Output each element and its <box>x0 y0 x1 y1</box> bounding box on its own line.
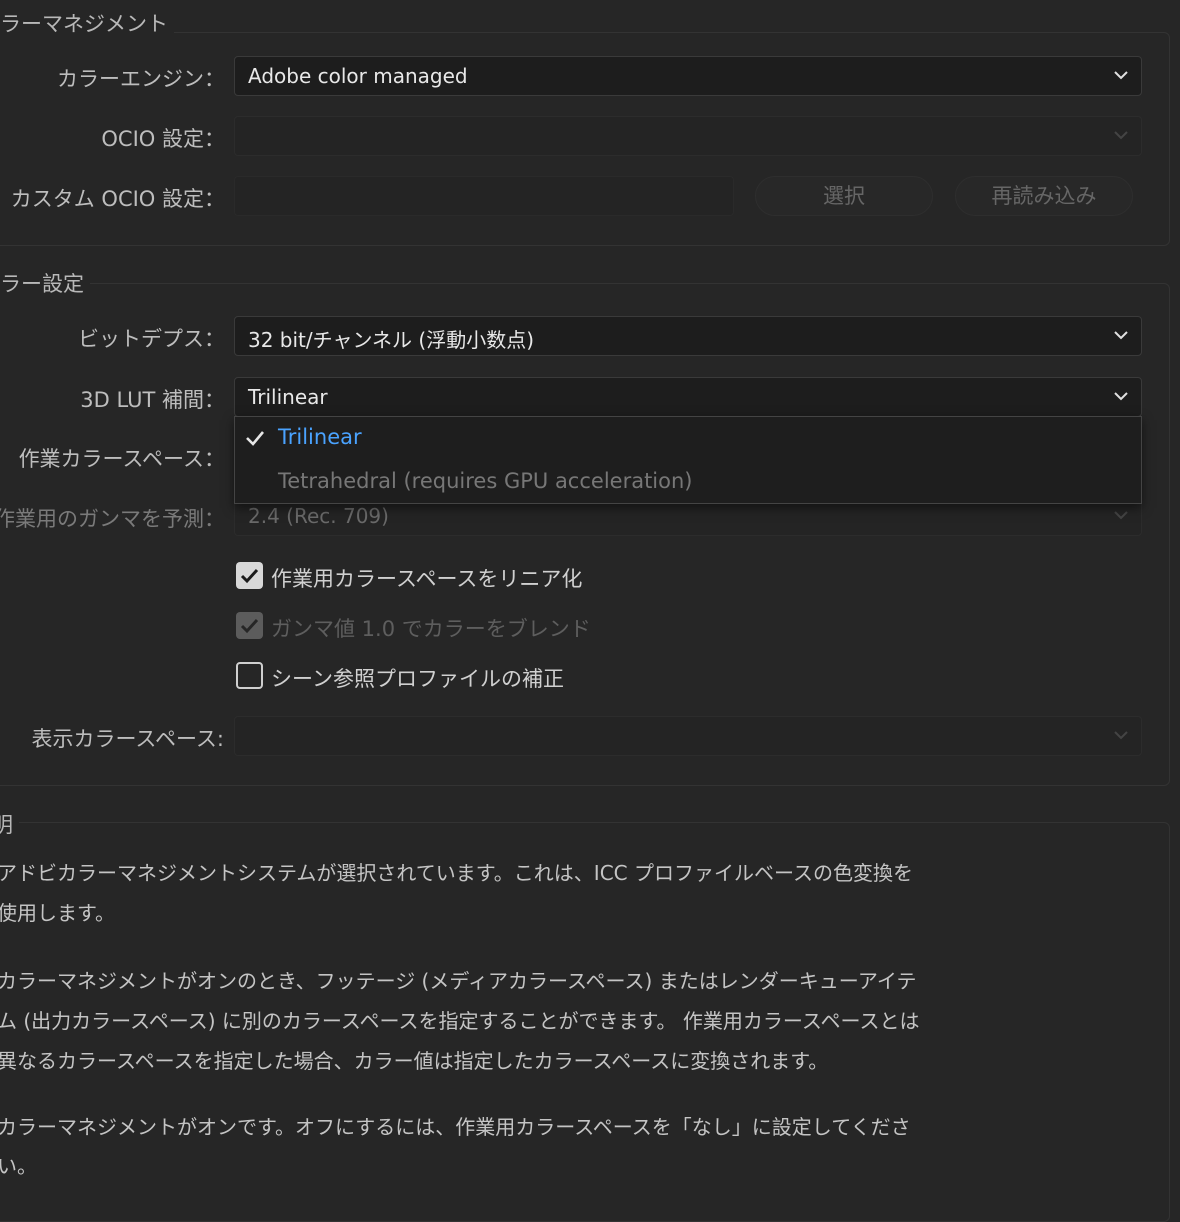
menu-item-label: Trilinear <box>278 425 362 449</box>
lut-interpolation-label: 3D LUT 補間： <box>80 388 225 412</box>
linearize-checkbox[interactable] <box>236 562 263 589</box>
reload-button[interactable]: 再読み込み <box>955 176 1133 216</box>
checkmark-icon <box>245 429 265 451</box>
description-line: アドビカラーマネジメントシステムが選択されています。これは、ICC プロファイル… <box>0 861 913 885</box>
color-settings-title: ラー設定 <box>0 268 90 298</box>
description-line: カラーマネジメントがオンです。オフにするには、作業用カラースペースを「なし」に設… <box>0 1115 911 1139</box>
checkmark-icon <box>240 568 259 584</box>
gamma-label: 作業用のガンマを予測： <box>0 507 225 531</box>
description-line: ム (出力カラースペース) に別のカラースペースを指定することができます。 作業… <box>0 1009 920 1033</box>
gamma-value: 2.4 (Rec. 709) <box>248 504 389 528</box>
color-engine-label: カラーエンジン： <box>57 67 225 91</box>
blend-gamma-label: ガンマ値 1.0 でカラーをブレンド <box>271 617 591 641</box>
display-space-dropdown[interactable] <box>234 716 1142 756</box>
chevron-down-icon <box>1113 509 1129 521</box>
bit-depth-dropdown[interactable]: 32 bit/チャンネル (浮動小数点) <box>234 316 1142 356</box>
display-space-label: 表示カラースペース: <box>31 727 224 751</box>
description-line: 異なるカラースペースを指定した場合、カラー値は指定したカラースペースに変換されま… <box>0 1049 829 1073</box>
chevron-down-icon <box>1113 329 1129 341</box>
color-management-title: ラーマネジメント <box>0 8 174 38</box>
scene-referred-label: シーン参照プロファイルの補正 <box>271 667 564 691</box>
bit-depth-label: ビットデプス： <box>78 327 225 351</box>
description-line: カラーマネジメントがオンのとき、フッテージ (メディアカラースペース) またはレ… <box>0 969 917 993</box>
ocio-config-dropdown[interactable] <box>234 116 1142 156</box>
menu-item-label: Tetrahedral (requires GPU acceleration) <box>278 469 693 493</box>
select-button[interactable]: 選択 <box>755 176 933 216</box>
chevron-down-icon <box>1113 729 1129 741</box>
chevron-down-icon <box>1113 69 1129 81</box>
bit-depth-value: 32 bit/チャンネル (浮動小数点) <box>248 328 535 352</box>
ocio-config-label: OCIO 設定： <box>101 127 225 151</box>
blend-gamma-checkbox[interactable] <box>236 612 263 639</box>
custom-ocio-label: カスタム OCIO 設定： <box>10 187 225 211</box>
chevron-down-icon <box>1113 390 1129 402</box>
description-line: 使用します。 <box>0 901 115 925</box>
chevron-down-icon <box>1113 129 1129 141</box>
custom-ocio-field[interactable] <box>234 176 734 216</box>
color-engine-value: Adobe color managed <box>248 64 468 88</box>
description-title: 明 <box>0 809 19 839</box>
lut-interpolation-menu: Trilinear Tetrahedral (requires GPU acce… <box>234 416 1142 504</box>
lut-interpolation-value: Trilinear <box>248 385 328 409</box>
color-engine-dropdown[interactable]: Adobe color managed <box>234 56 1142 96</box>
menu-item-tetrahedral[interactable]: Tetrahedral (requires GPU acceleration) <box>235 461 1141 505</box>
linearize-label: 作業用カラースペースをリニア化 <box>271 567 583 591</box>
scene-referred-checkbox[interactable] <box>236 662 263 689</box>
description-line: い。 <box>0 1154 37 1178</box>
menu-item-trilinear[interactable]: Trilinear <box>235 417 1141 461</box>
working-space-label: 作業カラースペース： <box>18 447 225 471</box>
lut-interpolation-dropdown[interactable]: Trilinear <box>234 377 1142 417</box>
checkmark-icon <box>240 618 259 634</box>
